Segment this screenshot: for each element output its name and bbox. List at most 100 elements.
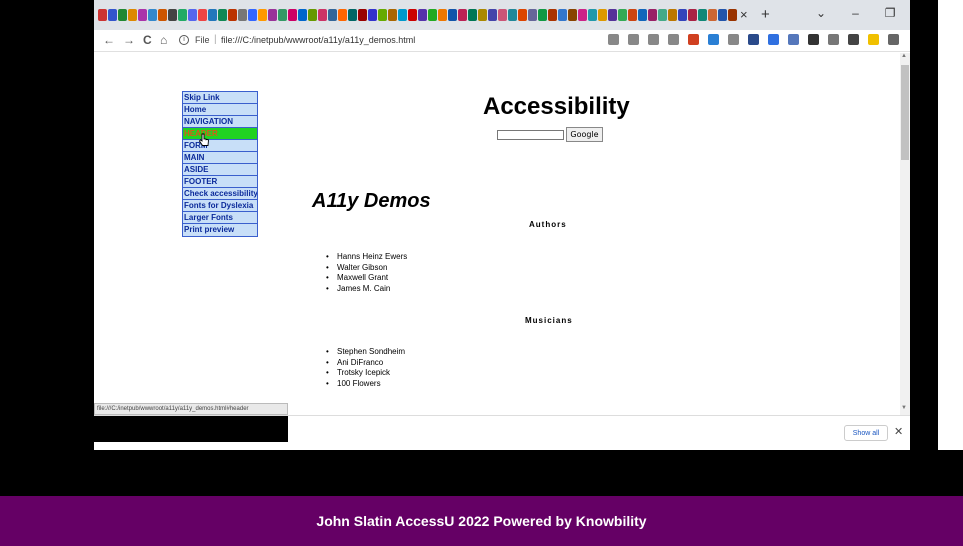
tab-favicon-icon[interactable] <box>658 9 667 21</box>
tab-favicon-icon[interactable] <box>628 9 637 21</box>
tab-favicon-icon[interactable] <box>258 9 267 21</box>
skip-nav-link[interactable]: FOOTER <box>183 176 257 188</box>
tab-favicon-icon[interactable] <box>518 9 527 21</box>
extension-icon[interactable] <box>728 34 739 45</box>
tab-favicon-icon[interactable] <box>278 9 287 21</box>
tab-favicon-icon[interactable] <box>688 9 697 21</box>
tab-favicon-icon[interactable] <box>648 9 657 21</box>
extension-icon[interactable] <box>848 34 859 45</box>
scroll-down-icon[interactable]: ▼ <box>901 405 907 411</box>
tab-favicon-icon[interactable] <box>698 9 707 21</box>
tab-favicon-icon[interactable] <box>198 9 207 21</box>
skip-nav-link[interactable]: Skip Link <box>183 92 257 104</box>
skip-nav-link[interactable]: Check accessibility <box>183 188 257 200</box>
tab-favicon-icon[interactable] <box>98 9 107 21</box>
tab-favicon-icon[interactable] <box>208 9 217 21</box>
tab-favicon-icon[interactable] <box>368 9 377 21</box>
tab-favicon-icon[interactable] <box>178 9 187 21</box>
tab-favicon-icon[interactable] <box>268 9 277 21</box>
extension-icon[interactable] <box>748 34 759 45</box>
tab-favicon-icon[interactable] <box>568 9 577 21</box>
tab-favicon-icon[interactable] <box>448 9 457 21</box>
restore-icon[interactable]: ❐ <box>885 6 896 20</box>
tab-favicon-icon[interactable] <box>488 9 497 21</box>
tab-favicon-icon[interactable] <box>188 9 197 21</box>
tab-favicon-icon[interactable] <box>308 9 317 21</box>
search-input[interactable] <box>497 130 564 140</box>
extension-icon[interactable] <box>808 34 819 45</box>
skip-nav-link[interactable]: NAVIGATION <box>183 116 257 128</box>
tab-favicon-icon[interactable] <box>328 9 337 21</box>
extension-icon[interactable] <box>868 34 879 45</box>
tab-favicon-icon[interactable] <box>288 9 297 21</box>
site-info-icon[interactable]: i <box>179 35 189 45</box>
tab-favicon-icon[interactable] <box>458 9 467 21</box>
tab-close-icon[interactable]: × <box>740 7 748 22</box>
skip-nav-link[interactable]: Print preview <box>183 224 257 236</box>
extension-icon[interactable] <box>648 34 659 45</box>
tab-favicon-icon[interactable] <box>608 9 617 21</box>
tab-favicon-icon[interactable] <box>668 9 677 21</box>
tab-favicon-icon[interactable] <box>238 9 247 21</box>
tab-favicon-icon[interactable] <box>358 9 367 21</box>
tab-favicon-icon[interactable] <box>598 9 607 21</box>
tab-favicon-icon[interactable] <box>558 9 567 21</box>
tab-favicon-icon[interactable] <box>498 9 507 21</box>
scroll-thumb[interactable] <box>901 65 909 160</box>
tab-favicon-icon[interactable] <box>338 9 347 21</box>
page-scrollbar[interactable]: ▲ ▼ <box>900 53 910 415</box>
tab-favicon-icon[interactable] <box>148 9 157 21</box>
address-bar[interactable]: file:///C:/inetpub/wwwroot/a11y/a11y_dem… <box>221 35 415 45</box>
forward-icon[interactable]: → <box>123 33 135 47</box>
tab-favicon-icon[interactable] <box>478 9 487 21</box>
tab-favicon-icon[interactable] <box>678 9 687 21</box>
tab-favicon-icon[interactable] <box>638 9 647 21</box>
extension-icon[interactable] <box>608 34 619 45</box>
extension-icon[interactable] <box>888 34 899 45</box>
tab-favicon-icon[interactable] <box>718 9 727 21</box>
tab-favicon-icon[interactable] <box>378 9 387 21</box>
scroll-up-icon[interactable]: ▲ <box>901 53 907 59</box>
tab-favicon-icon[interactable] <box>418 9 427 21</box>
tab-favicon-icon[interactable] <box>248 9 257 21</box>
tab-favicon-icon[interactable] <box>618 9 627 21</box>
tab-favicon-icon[interactable] <box>508 9 517 21</box>
tab-favicon-icon[interactable] <box>428 9 437 21</box>
tab-favicon-icon[interactable] <box>108 9 117 21</box>
extension-icon[interactable] <box>688 34 699 45</box>
extension-icon[interactable] <box>768 34 779 45</box>
skip-nav-link[interactable]: HEADER <box>183 128 257 140</box>
tab-favicon-icon[interactable] <box>118 9 127 21</box>
new-tab-button[interactable]: + <box>761 6 770 23</box>
tab-favicon-icon[interactable] <box>168 9 177 21</box>
tab-favicon-icon[interactable] <box>538 9 547 21</box>
tab-favicon-icon[interactable] <box>728 9 737 21</box>
back-icon[interactable]: ← <box>103 33 115 47</box>
extension-icon[interactable] <box>828 34 839 45</box>
google-search-button[interactable]: Google <box>566 127 603 142</box>
tab-favicon-icon[interactable] <box>128 9 137 21</box>
tab-favicon-icon[interactable] <box>298 9 307 21</box>
extension-icon[interactable] <box>628 34 639 45</box>
reload-icon[interactable]: C <box>143 33 152 47</box>
tab-favicon-icon[interactable] <box>438 9 447 21</box>
close-downloads-icon[interactable]: ✕ <box>894 425 903 438</box>
show-all-downloads-button[interactable]: Show all <box>844 425 888 441</box>
minimize-icon[interactable]: – <box>852 6 859 20</box>
extension-icon[interactable] <box>788 34 799 45</box>
home-icon[interactable]: ⌂ <box>160 33 167 47</box>
tab-search-icon[interactable]: ⌄ <box>816 6 826 20</box>
tab-favicon-icon[interactable] <box>708 9 717 21</box>
tab-favicon-icon[interactable] <box>468 9 477 21</box>
skip-nav-link[interactable]: MAIN <box>183 152 257 164</box>
skip-nav-link[interactable]: Fonts for Dyslexia <box>183 200 257 212</box>
tab-favicon-icon[interactable] <box>408 9 417 21</box>
tab-favicon-icon[interactable] <box>528 9 537 21</box>
tab-favicon-icon[interactable] <box>228 9 237 21</box>
skip-nav-link[interactable]: Larger Fonts <box>183 212 257 224</box>
tab-favicon-icon[interactable] <box>348 9 357 21</box>
tab-favicon-icon[interactable] <box>588 9 597 21</box>
tab-favicon-icon[interactable] <box>318 9 327 21</box>
tab-favicon-icon[interactable] <box>548 9 557 21</box>
tab-favicon-icon[interactable] <box>218 9 227 21</box>
